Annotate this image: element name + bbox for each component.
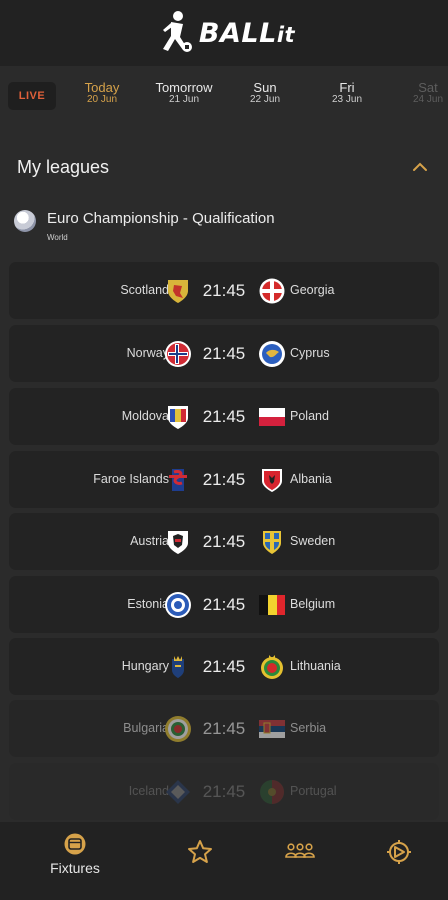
- georgia-crest-icon: [259, 278, 285, 304]
- nav-teams[interactable]: [280, 822, 320, 900]
- trophy-icon: [14, 210, 36, 232]
- day-fri[interactable]: Fri 23 Jun: [302, 81, 392, 105]
- home-team: Bulgaria: [123, 721, 169, 735]
- date-strip: LIVE Today 20 Jun Tomorrow 21 Jun Sun 22…: [0, 66, 448, 126]
- kickoff-time: 21:45: [202, 719, 246, 738]
- moldova-crest-icon: [168, 406, 188, 429]
- match-row[interactable]: Estonia 21:45 Belgium: [9, 576, 439, 633]
- app-name: BALLit: [198, 17, 296, 49]
- away-team: Belgium: [290, 597, 336, 611]
- league-name: Euro Championship - Qualification: [47, 210, 275, 227]
- home-team: Norway: [126, 346, 169, 360]
- star-icon: [188, 840, 212, 863]
- kickoff-time: 21:45: [202, 782, 246, 801]
- bottom-navigation: Fixtures: [0, 822, 448, 900]
- away-team: Albania: [290, 472, 332, 486]
- match-row[interactable]: Norway 21:45 Cyprus: [9, 325, 439, 382]
- chevron-up-icon[interactable]: [410, 159, 430, 175]
- iceland-crest-icon: [166, 780, 190, 804]
- home-team: Moldova: [121, 409, 169, 423]
- kickoff-time: 21:45: [202, 470, 246, 489]
- hungary-crest-icon: [172, 656, 184, 678]
- home-team: Estonia: [127, 597, 169, 611]
- austria-crest-icon: [168, 531, 188, 554]
- lithuania-crest-icon: [261, 655, 283, 679]
- fixtures-icon: [64, 833, 86, 855]
- albania-crest-icon: [262, 469, 282, 492]
- app-header: BALLit: [0, 0, 448, 66]
- nav-fixtures[interactable]: Fixtures: [40, 822, 110, 900]
- kickoff-time: 21:45: [202, 344, 246, 363]
- app-logo: BALLit: [153, 10, 295, 56]
- kickoff-time: 21:45: [202, 281, 246, 300]
- away-team: Lithuania: [290, 659, 341, 673]
- league-header[interactable]: Euro Championship - Qualification World: [14, 206, 434, 246]
- away-team: Sweden: [290, 534, 336, 548]
- away-team: Cyprus: [290, 346, 330, 360]
- poland-flag-icon: [259, 408, 285, 426]
- live-button[interactable]: LIVE: [8, 82, 56, 110]
- nav-fixtures-label: Fixtures: [50, 860, 100, 876]
- belgium-flag-icon: [259, 595, 285, 615]
- match-row[interactable]: Moldova 21:45 Poland: [9, 388, 439, 445]
- teams-icon: [285, 843, 315, 858]
- section-title: My leagues: [17, 157, 110, 177]
- player-kicking-icon: [162, 11, 192, 52]
- estonia-crest-icon: [165, 592, 191, 618]
- home-team: Faroe Islands: [93, 472, 169, 486]
- bulgaria-crest-icon: [165, 716, 191, 742]
- match-row[interactable]: Iceland 21:45 Portugal: [9, 763, 439, 820]
- league-region: World: [47, 233, 68, 242]
- nav-settings[interactable]: [380, 822, 420, 900]
- match-row[interactable]: Bulgaria 21:45 Serbia: [9, 700, 439, 757]
- match-row[interactable]: Scotland 21:45 Georgia: [9, 262, 439, 319]
- day-sun[interactable]: Sun 22 Jun: [220, 81, 310, 105]
- kickoff-time: 21:45: [202, 532, 246, 551]
- day-sat[interactable]: Sat 24 Jun: [383, 81, 448, 105]
- away-team: Portugal: [290, 784, 337, 798]
- away-team: Georgia: [290, 283, 335, 297]
- serbia-flag-icon: [259, 720, 285, 738]
- faroe-islands-crest-icon: [169, 469, 187, 491]
- norway-crest-icon: [165, 341, 191, 367]
- match-row[interactable]: Hungary 21:45 Lithuania: [9, 638, 439, 695]
- day-tomorrow[interactable]: Tomorrow 21 Jun: [139, 81, 229, 105]
- away-team: Serbia: [290, 721, 327, 735]
- kickoff-time: 21:45: [202, 595, 246, 614]
- match-row[interactable]: Austria 21:45 Sweden: [9, 513, 439, 570]
- home-team: Iceland: [128, 784, 169, 798]
- sweden-crest-icon: [263, 531, 281, 554]
- kickoff-time: 21:45: [202, 407, 246, 426]
- home-team: Scotland: [120, 283, 169, 297]
- kickoff-time: 21:45: [202, 657, 246, 676]
- scotland-crest-icon: [168, 280, 188, 303]
- match-row[interactable]: Faroe Islands 21:45 Albania: [9, 451, 439, 508]
- nav-favourites[interactable]: [180, 822, 220, 900]
- home-team: Hungary: [121, 659, 169, 673]
- cyprus-crest-icon: [259, 341, 285, 367]
- portugal-crest-icon: [260, 780, 284, 804]
- day-today[interactable]: Today 20 Jun: [57, 81, 147, 105]
- settings-icon: [387, 840, 411, 864]
- away-team: Poland: [290, 409, 329, 423]
